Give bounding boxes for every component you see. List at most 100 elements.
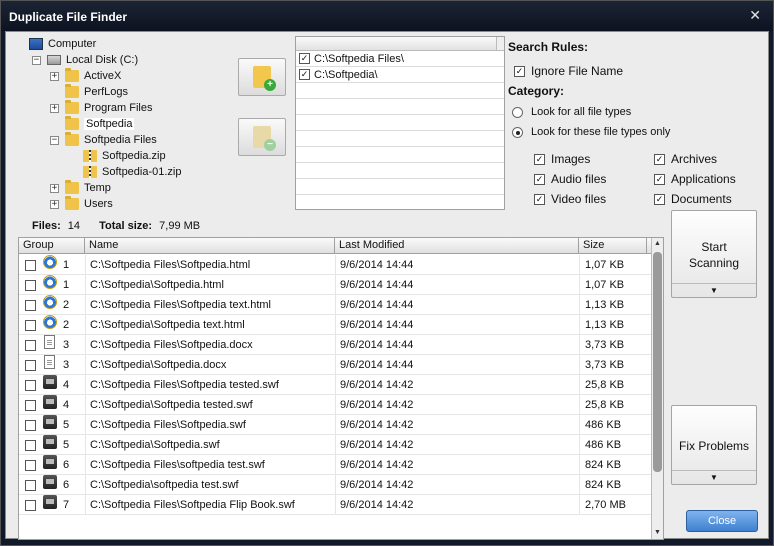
column-header-last-modified[interactable]: Last Modified [335,238,579,253]
fix-problems-button[interactable]: Fix Problems ▼ [671,405,757,485]
table-row[interactable]: 7 C:\Softpedia Files\Softpedia Flip Book.… [19,495,653,515]
tree-item[interactable]: + Program Files [50,100,152,116]
radio-dot[interactable] [512,126,523,138]
cell-divider [85,495,86,515]
row-checkbox[interactable] [25,440,36,451]
tree-item[interactable]: Softpedia.zip [68,148,166,164]
file-type-checkbox-documents[interactable]: ✓ Documents [654,192,732,206]
tree-item[interactable]: − Local Disk (C:) [32,52,138,68]
column-header-group[interactable]: Group [19,238,85,253]
folder-path-list[interactable]: ✓ C:\Softpedia Files\ ✓ C:\Softpedia\ [295,36,505,210]
row-checkbox[interactable] [25,260,36,271]
checkbox-box[interactable]: ✓ [654,193,665,205]
file-type-checkbox-archives[interactable]: ✓ Archives [654,152,717,166]
row-checkbox[interactable] [25,380,36,391]
row-group: 6 [63,459,70,471]
expand-icon[interactable]: + [50,183,59,193]
row-checkbox[interactable] [25,460,36,471]
table-row[interactable]: 2 C:\Softpedia\Softpedia text.html 9/6/201… [19,315,653,335]
column-header-size[interactable]: Size [579,238,647,253]
radio-these-file-types[interactable]: Look for these file types only [512,126,670,138]
table-row[interactable]: 4 C:\Softpedia\Softpedia tested.swf 9/6/20… [19,395,653,415]
table-row[interactable]: 4 C:\Softpedia Files\Softpedia tested.swf… [19,375,653,395]
swf-icon [43,475,57,489]
tree-item[interactable]: Computer [14,36,96,52]
start-scanning-dropdown[interactable]: ▼ [672,283,756,297]
file-type-checkbox-images[interactable]: ✓ Images [534,152,590,166]
file-type-checkbox-applications[interactable]: ✓ Applications [654,172,736,186]
start-scanning-button[interactable]: Start Scanning ▼ [671,210,757,298]
title-bar[interactable]: Duplicate File Finder ✕ [1,1,773,31]
fix-problems-dropdown[interactable]: ▼ [672,470,756,484]
row-checkbox[interactable] [25,340,36,351]
ignore-file-name-checkbox[interactable]: ✓ Ignore File Name [514,64,623,78]
remove-folder-button[interactable]: − [238,118,286,156]
collapse-icon[interactable]: − [50,135,59,145]
tree-item[interactable]: Softpedia-01.zip [68,164,182,180]
checkbox-box[interactable]: ✓ [514,65,525,77]
row-checkbox[interactable] [25,360,36,371]
table-row[interactable]: 1 C:\Softpedia Files\Softpedia.html 9/6/20… [19,255,653,275]
checkbox-box[interactable]: ✓ [534,153,545,165]
table-row[interactable]: 5 C:\Softpedia Files\Softpedia.swf 9/6/201… [19,415,653,435]
checkbox-box[interactable]: ✓ [534,173,545,185]
row-checkbox[interactable] [25,280,36,291]
add-folder-button[interactable]: + [238,58,286,96]
cell-divider [335,335,336,355]
tree-item[interactable]: − Softpedia Files [50,132,157,148]
tree-item[interactable]: + ActiveX [50,68,121,84]
checkbox-box[interactable]: ✓ [534,193,545,205]
tree-item[interactable]: Softpedia [50,116,135,132]
row-checkbox[interactable] [25,480,36,491]
window-close-icon[interactable]: ✕ [749,7,761,24]
row-checkbox[interactable] [25,320,36,331]
expand-icon[interactable]: + [50,71,59,81]
table-row[interactable]: 6 C:\Softpedia\softpedia test.swf 9/6/2014… [19,475,653,495]
tree-item[interactable]: + Temp [50,180,111,196]
add-icon: + [264,79,276,91]
path-checkbox[interactable]: ✓ [299,69,310,80]
table-row[interactable]: 5 C:\Softpedia\Softpedia.swf 9/6/2014 14:4… [19,435,653,455]
scroll-thumb[interactable] [653,252,662,472]
checkbox-box[interactable]: ✓ [654,153,665,165]
swf-icon [43,435,57,449]
results-table[interactable]: Group Name Last Modified Size 1 C:\Softpe… [18,237,664,540]
chevron-down-icon: ▼ [710,473,718,482]
tree-item[interactable]: + Users [50,196,113,210]
close-button[interactable]: Close [686,510,758,532]
path-checkbox[interactable]: ✓ [299,53,310,64]
cell-divider [85,335,86,355]
path-row[interactable]: ✓ C:\Softpedia Files\ [296,51,504,67]
file-type-checkbox-video-files[interactable]: ✓ Video files [534,192,606,206]
cell-divider [579,295,580,315]
cell-divider [85,375,86,395]
scroll-up-icon[interactable]: ▲ [652,238,663,250]
folder-tree[interactable]: Computer − Local Disk (C:) + ActiveX PerfLogs… [12,34,240,210]
results-scrollbar[interactable]: ▲ ▼ [651,238,663,539]
expand-icon[interactable]: + [50,103,59,113]
row-checkbox[interactable] [25,300,36,311]
table-row[interactable]: 1 C:\Softpedia\Softpedia.html 9/6/2014 14:… [19,275,653,295]
expand-icon[interactable]: + [50,199,59,209]
row-checkbox[interactable] [25,420,36,431]
row-group: 3 [63,339,70,351]
path-list-scroll[interactable] [496,37,504,50]
tree-item[interactable]: PerfLogs [50,84,128,100]
scroll-down-icon[interactable]: ▼ [652,527,663,539]
file-type-checkbox-audio-files[interactable]: ✓ Audio files [534,172,606,186]
table-row[interactable]: 2 C:\Softpedia Files\Softpedia text.html 9… [19,295,653,315]
row-checkbox[interactable] [25,400,36,411]
app-window: Duplicate File Finder ✕ Computer − Local D… [0,0,774,546]
column-header-name[interactable]: Name [85,238,335,253]
radio-all-file-types[interactable]: Look for all file types [512,106,631,118]
swf-icon [43,415,57,429]
table-row[interactable]: 6 C:\Softpedia Files\softpedia test.swf 9/… [19,455,653,475]
table-row[interactable]: 3 C:\Softpedia Files\Softpedia.docx 9/6/20… [19,335,653,355]
table-row[interactable]: 3 C:\Softpedia\Softpedia.docx 9/6/2014 14:… [19,355,653,375]
radio-these-label: Look for these file types only [531,126,671,138]
row-checkbox[interactable] [25,500,36,511]
collapse-icon[interactable]: − [32,55,41,65]
radio-dot[interactable] [512,106,523,118]
path-row[interactable]: ✓ C:\Softpedia\ [296,67,504,83]
checkbox-box[interactable]: ✓ [654,173,665,185]
